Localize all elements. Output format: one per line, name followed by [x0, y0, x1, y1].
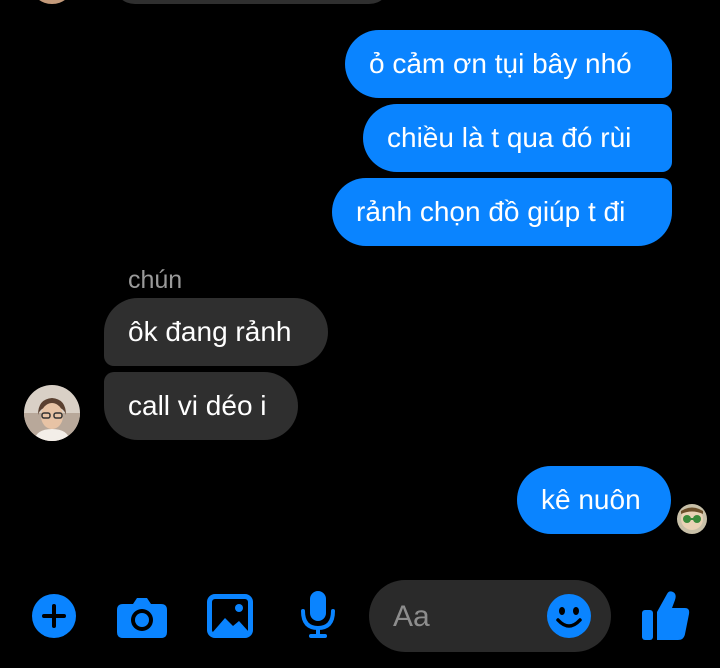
- message-bubble-incoming[interactable]: call vi déo i: [104, 372, 298, 440]
- seen-receipt-avatar: [677, 504, 707, 534]
- contact-avatar[interactable]: [24, 385, 80, 441]
- sender-name: chún: [128, 266, 183, 294]
- message-input-container[interactable]: [369, 580, 611, 652]
- message-bubble-outgoing[interactable]: chiều là t qua đó rùi: [363, 104, 672, 172]
- partial-message-bubble: [113, 0, 391, 4]
- message-bubble-outgoing[interactable]: kê nuôn: [517, 466, 671, 534]
- smile-icon[interactable]: [547, 594, 591, 638]
- message-text: rảnh chọn đồ giúp t đi: [356, 196, 626, 227]
- thumbs-up-icon[interactable]: [642, 590, 690, 640]
- message-input[interactable]: [391, 598, 545, 636]
- message-bubble-outgoing[interactable]: ỏ cảm ơn tụi bây nhó: [345, 30, 672, 98]
- message-text: chiều là t qua đó rùi: [387, 122, 632, 153]
- image-icon[interactable]: [207, 594, 253, 638]
- message-bubble-incoming[interactable]: ôk đang rảnh: [104, 298, 328, 366]
- message-text: kê nuôn: [541, 484, 641, 515]
- partial-avatar: [32, 0, 72, 4]
- camera-icon[interactable]: [117, 596, 167, 638]
- message-text: ỏ cảm ơn tụi bây nhó: [369, 48, 632, 79]
- microphone-icon[interactable]: [300, 591, 336, 639]
- plus-icon[interactable]: [32, 594, 76, 638]
- message-text: call vi déo i: [128, 390, 267, 421]
- message-text: ôk đang rảnh: [128, 316, 292, 347]
- message-bubble-outgoing[interactable]: rảnh chọn đồ giúp t đi: [332, 178, 672, 246]
